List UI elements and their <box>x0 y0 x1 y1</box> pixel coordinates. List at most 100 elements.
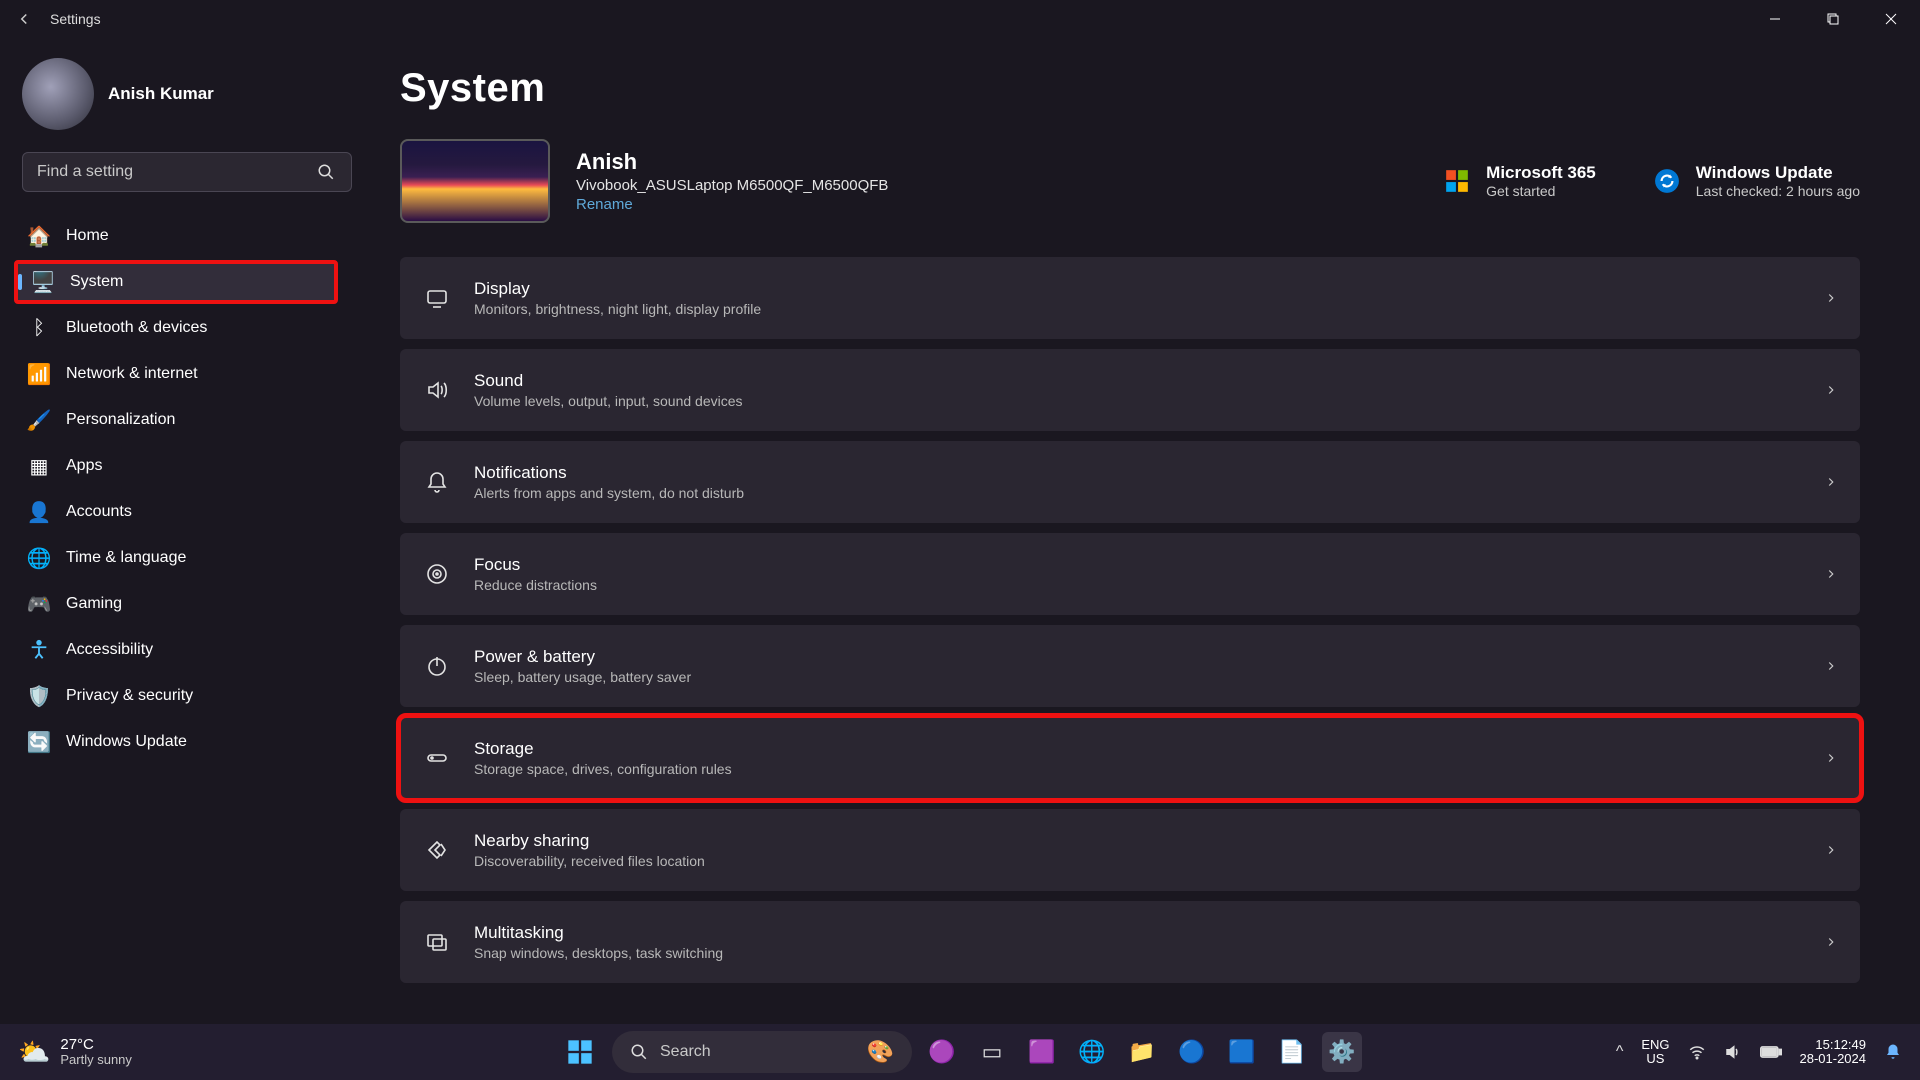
card-text: Nearby sharingDiscoverability, received … <box>474 831 1824 869</box>
nav-label: Accessibility <box>66 641 153 659</box>
wifi-icon[interactable] <box>1688 1043 1706 1061</box>
clock[interactable]: 15:12:49 28-01-2024 <box>1800 1038 1867 1067</box>
weather-widget[interactable]: ⛅ 27°C Partly sunny <box>0 1037 132 1068</box>
sidebar-item-time-language[interactable]: 🌐 Time & language <box>14 536 338 580</box>
setting-card-multitasking[interactable]: MultitaskingSnap windows, desktops, task… <box>400 901 1860 983</box>
avatar <box>22 58 94 130</box>
lang-top: ENG <box>1641 1038 1669 1052</box>
taskbar-app-taskview[interactable]: ▭ <box>972 1032 1012 1072</box>
sidebar-item-accessibility[interactable]: Accessibility <box>14 628 338 672</box>
device-wallpaper-thumb[interactable] <box>400 139 550 223</box>
chevron-right-icon <box>1824 383 1838 397</box>
nav-label: Bluetooth & devices <box>66 319 207 337</box>
search-input[interactable] <box>37 163 317 181</box>
user-block[interactable]: Anish Kumar <box>22 58 338 130</box>
weather-temp: 27°C <box>60 1037 132 1052</box>
chevron-right-icon <box>1824 291 1838 305</box>
volume-icon[interactable] <box>1724 1043 1742 1061</box>
setting-card-sound[interactable]: SoundVolume levels, output, input, sound… <box>400 349 1860 431</box>
sidebar-item-windows-update[interactable]: 🔄 Windows Update <box>14 720 338 764</box>
promo-microsoft365[interactable]: Microsoft 365 Get started <box>1442 163 1596 199</box>
start-button[interactable] <box>558 1030 602 1074</box>
personalization-icon: 🖌️ <box>28 409 50 431</box>
card-text: NotificationsAlerts from apps and system… <box>474 463 1824 501</box>
language-indicator[interactable]: ENG US <box>1641 1038 1669 1067</box>
system-tray: ^ ENG US 15:12:49 28-01-2024 <box>1616 1038 1920 1067</box>
promo-title: Windows Update <box>1696 163 1860 183</box>
task-center: Search 🎨 🟣 ▭ 🟪 🌐 📁 🔵 🟦 📄 ⚙️ <box>558 1030 1362 1074</box>
sidebar-item-network-internet[interactable]: 📶Network & internet <box>14 352 338 396</box>
taskbar-app-edge[interactable]: 🌐 <box>1072 1032 1112 1072</box>
taskbar: ⛅ 27°C Partly sunny Search 🎨 🟣 ▭ 🟪 🌐 📁 🔵… <box>0 1024 1920 1080</box>
display-icon <box>422 283 452 313</box>
card-text: FocusReduce distractions <box>474 555 1824 593</box>
taskbar-app-word[interactable]: 🟦 <box>1222 1032 1262 1072</box>
notifications-icon[interactable] <box>1884 1043 1902 1061</box>
taskbar-app-chrome[interactable]: 🔵 <box>1172 1032 1212 1072</box>
nav-label: Time & language <box>66 549 186 567</box>
sidebar-item-bluetooth-devices[interactable]: ᛒBluetooth & devices <box>14 306 338 350</box>
search-icon <box>630 1043 648 1061</box>
taskbar-app-explorer[interactable]: 📁 <box>1122 1032 1162 1072</box>
card-title: Display <box>474 279 1824 299</box>
gaming-icon: 🎮 <box>28 593 50 615</box>
maximize-button[interactable] <box>1804 0 1862 38</box>
card-sub: Sleep, battery usage, battery saver <box>474 669 1824 685</box>
setting-card-nearby[interactable]: Nearby sharingDiscoverability, received … <box>400 809 1860 891</box>
time-language-icon: 🌐 <box>28 547 50 569</box>
content: System Anish Vivobook_ASUSLaptop M6500QF… <box>360 38 1920 1024</box>
nearby-icon <box>422 835 452 865</box>
card-sub: Reduce distractions <box>474 577 1824 593</box>
arrow-left-icon <box>15 10 33 28</box>
setting-card-focus[interactable]: FocusReduce distractions <box>400 533 1860 615</box>
nav-label: Gaming <box>66 595 122 613</box>
back-button[interactable] <box>8 3 40 35</box>
search-decoration-icon: 🎨 <box>867 1039 894 1065</box>
sidebar-item-system[interactable]: 🖥️System <box>14 260 338 304</box>
sidebar-item-accounts[interactable]: 👤Accounts <box>14 490 338 534</box>
promo-title: Microsoft 365 <box>1486 163 1596 183</box>
nav-label: System <box>70 273 123 291</box>
card-text: MultitaskingSnap windows, desktops, task… <box>474 923 1824 961</box>
ms365-icon <box>1442 166 1472 196</box>
taskbar-app-notepad[interactable]: 📄 <box>1272 1032 1312 1072</box>
battery-icon[interactable] <box>1760 1045 1782 1059</box>
nav-label: Home <box>66 227 109 245</box>
sidebar-item-gaming[interactable]: 🎮 Gaming <box>14 582 338 626</box>
sidebar-item-privacy-security[interactable]: 🛡️Privacy & security <box>14 674 338 718</box>
promo-sub: Last checked: 2 hours ago <box>1696 183 1860 199</box>
taskbar-app-gallery[interactable]: 🟪 <box>1022 1032 1062 1072</box>
minimize-button[interactable] <box>1746 0 1804 38</box>
chevron-right-icon <box>1824 475 1838 489</box>
taskbar-app-settings[interactable]: ⚙️ <box>1322 1032 1362 1072</box>
card-sub: Monitors, brightness, night light, displ… <box>474 301 1824 317</box>
taskbar-search-text: Search <box>660 1043 711 1061</box>
settings-cards: Display Monitors, brightness, night light… <box>400 257 1860 983</box>
close-button[interactable] <box>1862 0 1920 38</box>
chevron-right-icon <box>1824 567 1838 581</box>
lang-bottom: US <box>1641 1052 1669 1066</box>
setting-card-display[interactable]: Display Monitors, brightness, night light… <box>400 257 1860 339</box>
tray-chevron-icon[interactable]: ^ <box>1616 1043 1624 1061</box>
nav: 🏠Home🖥️SystemᛒBluetooth & devices📶Networ… <box>14 214 338 764</box>
nav-label: Windows Update <box>66 733 187 751</box>
setting-card-power[interactable]: Power & battery Sleep, battery usage, bat… <box>400 625 1860 707</box>
taskbar-app-copilot[interactable]: 🟣 <box>922 1032 962 1072</box>
search-box[interactable] <box>22 152 352 192</box>
sidebar-item-personalization[interactable]: 🖌️Personalization <box>14 398 338 442</box>
card-title: Power & battery <box>474 647 1824 667</box>
setting-card-notifications[interactable]: NotificationsAlerts from apps and system… <box>400 441 1860 523</box>
card-title: Nearby sharing <box>474 831 1824 851</box>
card-sub: Storage space, drives, configuration rul… <box>474 761 1824 777</box>
sidebar-item-home[interactable]: 🏠Home <box>14 214 338 258</box>
setting-card-storage[interactable]: StorageStorage space, drives, configurat… <box>400 717 1860 799</box>
clock-date: 28-01-2024 <box>1800 1052 1867 1066</box>
rename-link[interactable]: Rename <box>576 196 888 213</box>
card-text: SoundVolume levels, output, input, sound… <box>474 371 1824 409</box>
promo-windows-update[interactable]: Windows Update Last checked: 2 hours ago <box>1652 163 1860 199</box>
sidebar-item-apps[interactable]: ▦Apps <box>14 444 338 488</box>
chevron-right-icon <box>1824 751 1838 765</box>
taskbar-search[interactable]: Search 🎨 <box>612 1031 912 1073</box>
windows-update-icon: 🔄 <box>28 731 50 753</box>
device-name: Anish <box>576 149 888 175</box>
